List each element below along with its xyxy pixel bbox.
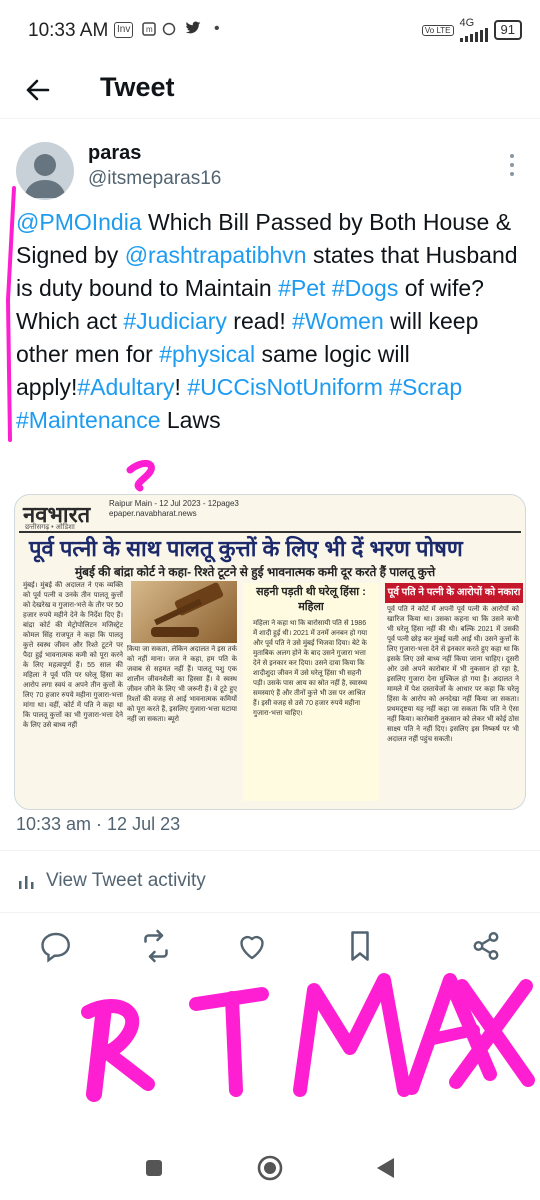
- red-section-title: पूर्व पति ने पत्नी के आरोपों को नकारा: [385, 583, 523, 603]
- tweet-entity-link[interactable]: #physical: [159, 341, 255, 367]
- newspaper-dateline: Raipur Main - 12 Jul 2023 - 12page3: [109, 499, 239, 508]
- tweet-entity-link[interactable]: #Adultary: [77, 374, 174, 400]
- home-button[interactable]: [256, 1154, 284, 1187]
- app-notification-icon: Inv: [114, 22, 134, 38]
- message-icon: m: [142, 22, 156, 39]
- tweet-timestamp[interactable]: 10:33 am · 12 Jul 23: [16, 814, 180, 835]
- share-icon: [473, 932, 499, 960]
- battery-icon: 91: [493, 20, 522, 40]
- back-button[interactable]: [18, 70, 58, 110]
- tweet-text-segment: Laws: [160, 407, 221, 433]
- tweet-entity-link[interactable]: #Dogs: [332, 275, 398, 301]
- svg-text:m: m: [146, 25, 153, 34]
- tweet-actions: [0, 926, 540, 966]
- article-column-2: किया जा सकता, लेकिन अदालत ने इस तर्क को …: [127, 646, 237, 723]
- like-button[interactable]: [234, 928, 270, 964]
- tweet-entity-link[interactable]: #Pet: [278, 275, 325, 301]
- share-button[interactable]: [468, 928, 504, 964]
- bookmark-icon: [351, 931, 369, 961]
- tweet-entity-link[interactable]: @PMOIndia: [16, 209, 142, 235]
- recents-button[interactable]: [144, 1158, 164, 1183]
- reply-button[interactable]: [38, 928, 74, 964]
- page-title: Tweet: [100, 72, 175, 102]
- recents-icon: [146, 1160, 162, 1176]
- volte-icon: Vo LTE: [421, 24, 454, 36]
- avatar[interactable]: [16, 142, 74, 200]
- tweet-entity-link[interactable]: #UCCisNotUniform: [187, 374, 383, 400]
- status-bar: 10:33 AM Inv m • Vo LTE 4G 91: [0, 0, 540, 62]
- network-type: 4G: [459, 17, 475, 29]
- article-column-1: मुंबई। मुंबई की अदालत ने एक व्यक्ति को प…: [23, 582, 123, 729]
- tweet-text-segment: !: [174, 374, 188, 400]
- tweet-entity-link[interactable]: #Women: [292, 308, 384, 334]
- newspaper-headline: पूर्व पत्नी के साथ पालतू कुत्तों के लिए …: [29, 536, 463, 561]
- app-bar: Tweet: [0, 62, 540, 119]
- bookmark-button[interactable]: [342, 928, 378, 964]
- tweet-entity-link[interactable]: @rashtrapatibhvn: [125, 242, 307, 268]
- newspaper-subhead: मुंबई की बांद्रा कोर्ट ने कहा- रिश्ते टू…: [75, 565, 436, 579]
- sidebar-title: सहनी पड़ती थी घरेलू हिंसा : महिला: [256, 586, 366, 613]
- author-name[interactable]: paras: [88, 142, 141, 165]
- author-handle[interactable]: @itsmeparas16: [88, 168, 221, 190]
- article-column-4: पूर्व पति ने कोर्ट में अपनी पूर्व पत्नी …: [387, 606, 519, 743]
- more-options-button[interactable]: [506, 154, 518, 176]
- activity-label: View Tweet activity: [46, 870, 206, 891]
- signal-icon: [459, 28, 488, 42]
- back-triangle-icon: [377, 1158, 394, 1178]
- home-icon: [257, 1155, 283, 1181]
- tweet-entity-link[interactable]: #Scrap: [389, 374, 462, 400]
- battery-level: 91: [500, 22, 515, 37]
- reply-icon: [41, 932, 70, 963]
- edge-icon: [162, 22, 176, 39]
- back-arrow-icon: [26, 79, 50, 101]
- tweet-entity-link[interactable]: #Maintenance: [16, 407, 161, 433]
- retweet-icon: [144, 929, 168, 963]
- tweet-text-segment: read!: [226, 308, 293, 334]
- overflow-dots-icon: •: [214, 20, 222, 37]
- status-right: Vo LTE 4G 91: [421, 17, 522, 42]
- system-nav-bar: [0, 1134, 540, 1200]
- analytics-icon: [19, 876, 34, 889]
- heart-icon: [240, 935, 264, 960]
- back-nav-button[interactable]: [374, 1156, 396, 1185]
- status-time: 10:33 AM: [28, 20, 109, 41]
- default-avatar-icon: [24, 154, 66, 198]
- tweet-entity-link[interactable]: #Judiciary: [123, 308, 227, 334]
- tweet-text: @PMOIndia Which Bill Passed by Both Hous…: [16, 206, 526, 437]
- newspaper-epaper: epaper.navabharat.news: [109, 509, 197, 518]
- sidebar-text: महिला ने कहा था कि बारोसायी पति से 1986 …: [253, 620, 368, 717]
- tweet-image-newspaper-clipping[interactable]: नवभारत छत्तीसगढ़ • ओडिशा Raipur Main - 1…: [14, 494, 526, 810]
- divider: [0, 912, 540, 913]
- article-sidebar-box: सहनी पड़ती थी घरेलू हिंसा : महिला महिला …: [243, 583, 379, 801]
- twitter-bird-icon: [184, 20, 202, 39]
- retweet-button[interactable]: [138, 928, 174, 964]
- gavel-image: [131, 581, 237, 643]
- divider: [0, 850, 540, 851]
- view-tweet-activity-link[interactable]: View Tweet activity: [18, 870, 206, 892]
